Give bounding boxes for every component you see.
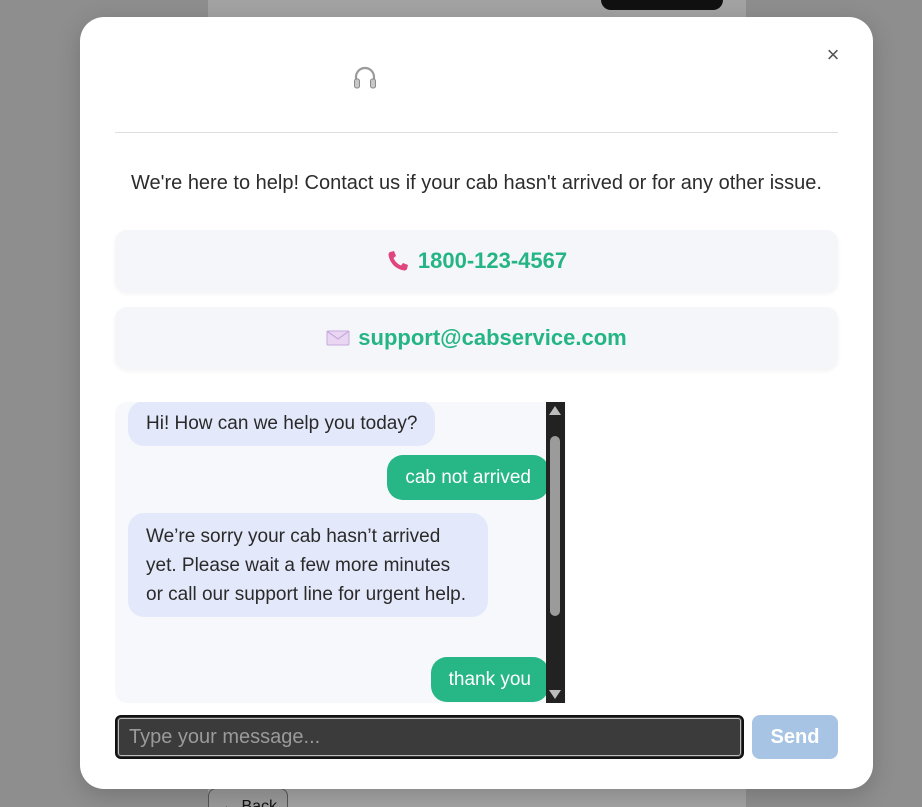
message-composer: Send — [115, 715, 838, 759]
phone-card[interactable]: 1800-123-4567 — [115, 230, 838, 292]
chat-window[interactable]: Hi! How can we help you today? cab not a… — [115, 402, 566, 703]
header-divider — [115, 132, 838, 133]
phone-icon — [386, 249, 410, 273]
phone-number[interactable]: 1800-123-4567 — [418, 248, 567, 274]
headset-icon — [354, 66, 376, 89]
message-input[interactable] — [115, 715, 744, 759]
support-modal: × We're here to help! Contact us if your… — [80, 17, 873, 789]
chat-scrollbar[interactable] — [546, 402, 565, 703]
bot-message: We’re sorry your cab hasn’t arrived yet.… — [128, 513, 488, 617]
email-card[interactable]: support@cabservice.com — [115, 307, 838, 369]
scrollbar-thumb[interactable] — [550, 436, 560, 616]
back-button[interactable]: ← Back — [208, 788, 288, 807]
bot-message: Hi! How can we help you today? — [128, 402, 436, 446]
user-message: thank you — [430, 657, 549, 702]
envelope-icon — [326, 326, 350, 350]
close-button[interactable]: × — [821, 43, 845, 67]
scroll-down-arrow-icon[interactable] — [549, 690, 561, 699]
background-button — [601, 0, 723, 10]
send-button[interactable]: Send — [752, 715, 838, 759]
email-address[interactable]: support@cabservice.com — [358, 325, 626, 351]
scroll-up-arrow-icon[interactable] — [549, 406, 561, 415]
user-message: cab not arrived — [387, 455, 549, 500]
help-text: We're here to help! Contact us if your c… — [131, 172, 822, 194]
